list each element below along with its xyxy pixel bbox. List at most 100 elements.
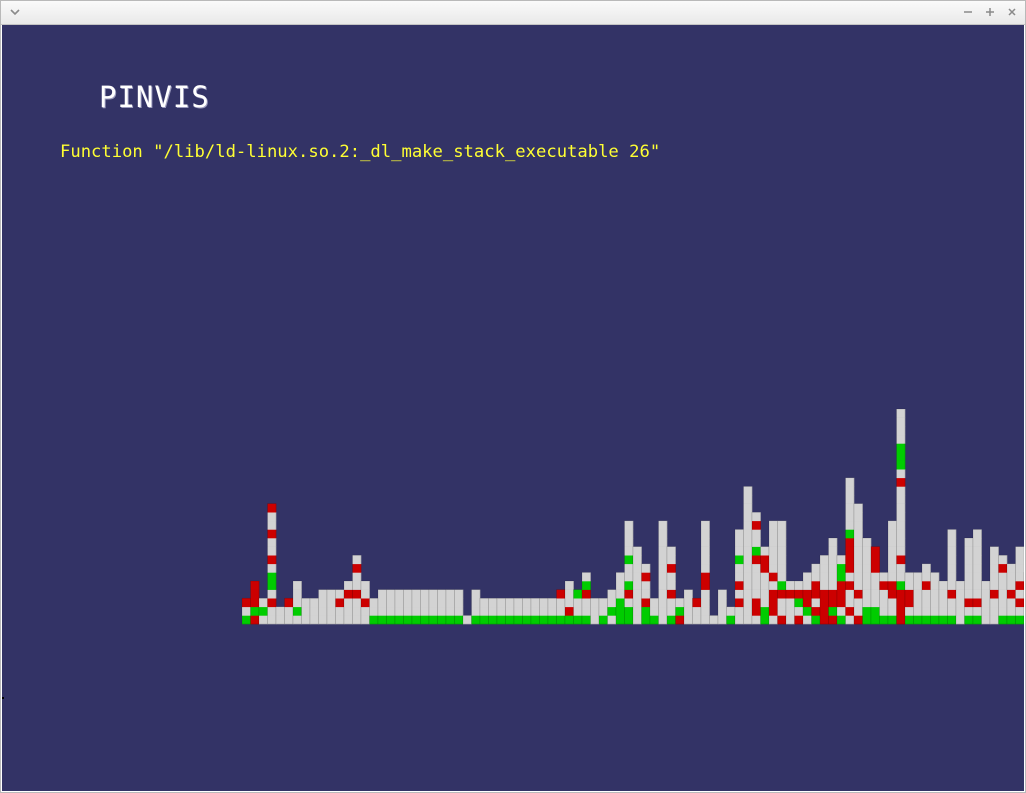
- heatmap-cell: [582, 615, 591, 625]
- heatmap-cell: [752, 538, 761, 547]
- heatmap-cell: [1015, 563, 1024, 573]
- title-bar[interactable]: [1, 1, 1025, 25]
- heatmap-cell: [939, 606, 948, 616]
- heatmap-cell: [310, 598, 319, 608]
- heatmap-cell: [1015, 581, 1024, 590]
- heatmap-cell: [947, 555, 957, 565]
- heatmap-cell: [930, 598, 940, 608]
- heatmap-cell: [1015, 589, 1024, 599]
- heatmap-cell: [947, 546, 957, 556]
- heatmap-cell: [403, 598, 413, 608]
- heatmap-cell: [531, 606, 540, 616]
- heatmap-cell: [769, 572, 778, 582]
- heatmap-cell: [956, 581, 965, 590]
- heatmap-cell: [973, 529, 982, 539]
- heatmap-cell: [420, 615, 430, 625]
- heatmap-cell: [335, 589, 345, 599]
- heatmap-cell: [548, 598, 557, 608]
- heatmap-cell: [947, 615, 957, 625]
- heatmap-cell: [845, 529, 855, 539]
- heatmap-cell: [488, 606, 498, 616]
- heatmap-cell: [471, 606, 481, 616]
- visualization-canvas[interactable]: PINVIS Function "/lib/ld-linux.so.2:_dl_…: [2, 25, 1024, 791]
- chevron-down-icon[interactable]: [8, 7, 22, 17]
- close-icon[interactable]: [1005, 4, 1019, 20]
- heatmap-cell: [837, 589, 846, 599]
- heatmap-cell: [378, 589, 387, 599]
- heatmap-cell: [845, 589, 855, 599]
- heatmap-cell: [998, 589, 1008, 599]
- heatmap-cell: [633, 546, 642, 556]
- heatmap-cell: [667, 581, 676, 590]
- heatmap-cell: [675, 615, 685, 625]
- heatmap-cell: [769, 598, 778, 608]
- heatmap-cell: [454, 589, 464, 599]
- heatmap-cell: [888, 538, 897, 547]
- heatmap-cell: [896, 615, 906, 625]
- heatmap-cell: [896, 529, 906, 539]
- heatmap-cell: [752, 572, 761, 582]
- heatmap-cell: [888, 563, 897, 573]
- heatmap-cell: [871, 598, 880, 608]
- heatmap-cell: [284, 606, 294, 616]
- heatmap-cell: [803, 589, 812, 599]
- heatmap-cell: [786, 589, 795, 599]
- heatmap-cell: [403, 606, 413, 616]
- heatmap-cell: [684, 598, 693, 608]
- heatmap-cell: [267, 529, 277, 539]
- heatmap-cell: [293, 589, 302, 599]
- heatmap-cell: [896, 555, 906, 565]
- heatmap-cell: [480, 598, 489, 608]
- heatmap-cell: [752, 606, 761, 616]
- heatmap-cell: [395, 606, 404, 616]
- heatmap-cell: [386, 598, 396, 608]
- heatmap-cell: [641, 572, 651, 582]
- execution-heatmap[interactable]: [2, 25, 1024, 791]
- heatmap-cell: [403, 615, 413, 625]
- heatmap-cell: [701, 555, 710, 565]
- heatmap-cell: [616, 589, 625, 599]
- heatmap-cell: [820, 581, 829, 590]
- heatmap-cell: [641, 598, 651, 608]
- minimize-icon[interactable]: [961, 4, 975, 20]
- heatmap-cell: [250, 598, 260, 608]
- heatmap-cell: [794, 581, 804, 590]
- heatmap-cell: [845, 555, 855, 565]
- heatmap-cell: [845, 572, 855, 582]
- heatmap-cell: [624, 538, 634, 547]
- heatmap-cell: [633, 589, 642, 599]
- heatmap-cell: [437, 589, 447, 599]
- heatmap-cell: [692, 615, 702, 625]
- heatmap-cell: [981, 598, 991, 608]
- heatmap-cell: [777, 572, 787, 582]
- heatmap-cell: [760, 589, 770, 599]
- maximize-icon[interactable]: [983, 4, 997, 20]
- heatmap-cell: [633, 615, 642, 625]
- heatmap-cell: [556, 606, 566, 616]
- heatmap-cell: [335, 598, 345, 608]
- heatmap-cell: [378, 606, 387, 616]
- heatmap-cell: [973, 555, 982, 565]
- heatmap-cell: [361, 606, 370, 616]
- heatmap-cell: [947, 606, 957, 616]
- heatmap-cell: [726, 615, 736, 625]
- heatmap-cell: [267, 563, 277, 573]
- heatmap-cell: [786, 615, 795, 625]
- heatmap-cell: [888, 572, 897, 582]
- heatmap-cell: [624, 572, 634, 582]
- heatmap-cell: [352, 598, 362, 608]
- heatmap-cell: [718, 615, 727, 625]
- heatmap-cell: [896, 417, 906, 427]
- heatmap-cell: [267, 503, 277, 513]
- heatmap-cell: [250, 581, 260, 590]
- heatmap-cell: [335, 615, 345, 625]
- heatmap-cell: [667, 598, 676, 608]
- heatmap-cell: [777, 563, 787, 573]
- heatmap-cell: [565, 615, 574, 625]
- heatmap-cell: [267, 520, 277, 530]
- heatmap-cell: [964, 572, 974, 582]
- heatmap-cell: [896, 495, 906, 504]
- heatmap-cell: [828, 572, 838, 582]
- heatmap-cell: [650, 598, 659, 608]
- heatmap-cell: [607, 589, 617, 599]
